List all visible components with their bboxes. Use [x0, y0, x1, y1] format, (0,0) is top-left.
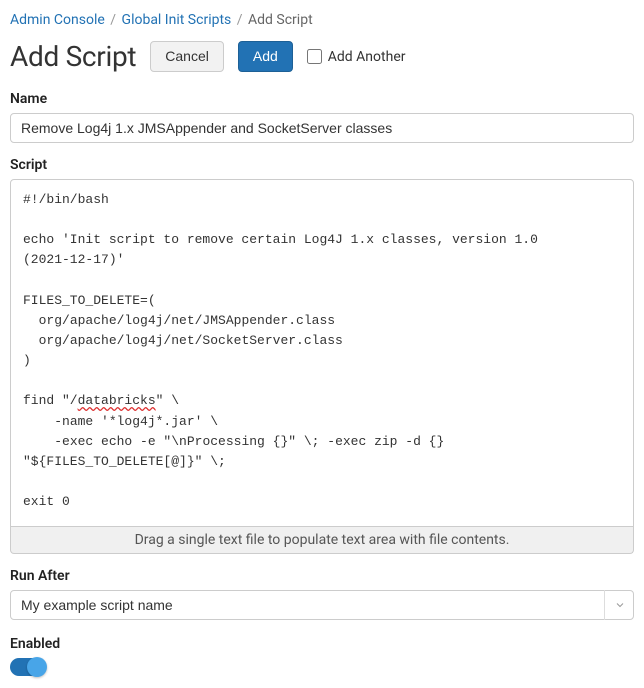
breadcrumb-admin[interactable]: Admin Console: [10, 12, 105, 28]
breadcrumb: Admin Console / Global Init Scripts / Ad…: [10, 12, 634, 28]
add-another-text: Add Another: [328, 49, 406, 65]
name-label: Name: [10, 91, 634, 107]
breadcrumb-sep: /: [110, 12, 116, 28]
page-title: Add Script: [10, 40, 136, 73]
toggle-handle: [27, 657, 47, 677]
script-label: Script: [10, 157, 634, 173]
enabled-toggle[interactable]: [10, 658, 44, 676]
spell-error: databricks: [78, 393, 156, 408]
cancel-button[interactable]: Cancel: [150, 41, 224, 73]
run-after-select[interactable]: My example script name: [10, 590, 634, 620]
breadcrumb-global[interactable]: Global Init Scripts: [122, 12, 232, 28]
add-button[interactable]: Add: [238, 41, 293, 73]
add-another-label[interactable]: Add Another: [307, 49, 406, 65]
run-after-select-wrap: My example script name: [10, 590, 634, 620]
script-textarea[interactable]: #!/bin/bash echo 'Init script to remove …: [10, 179, 634, 527]
script-dropzone[interactable]: Drag a single text file to populate text…: [10, 527, 634, 554]
add-another-checkbox[interactable]: [307, 49, 322, 64]
page-header: Add Script Cancel Add Add Another: [10, 40, 634, 73]
breadcrumb-sep: /: [237, 12, 243, 28]
name-input[interactable]: [10, 113, 634, 143]
run-after-label: Run After: [10, 568, 634, 584]
enabled-label: Enabled: [10, 636, 634, 652]
breadcrumb-current: Add Script: [248, 12, 313, 28]
